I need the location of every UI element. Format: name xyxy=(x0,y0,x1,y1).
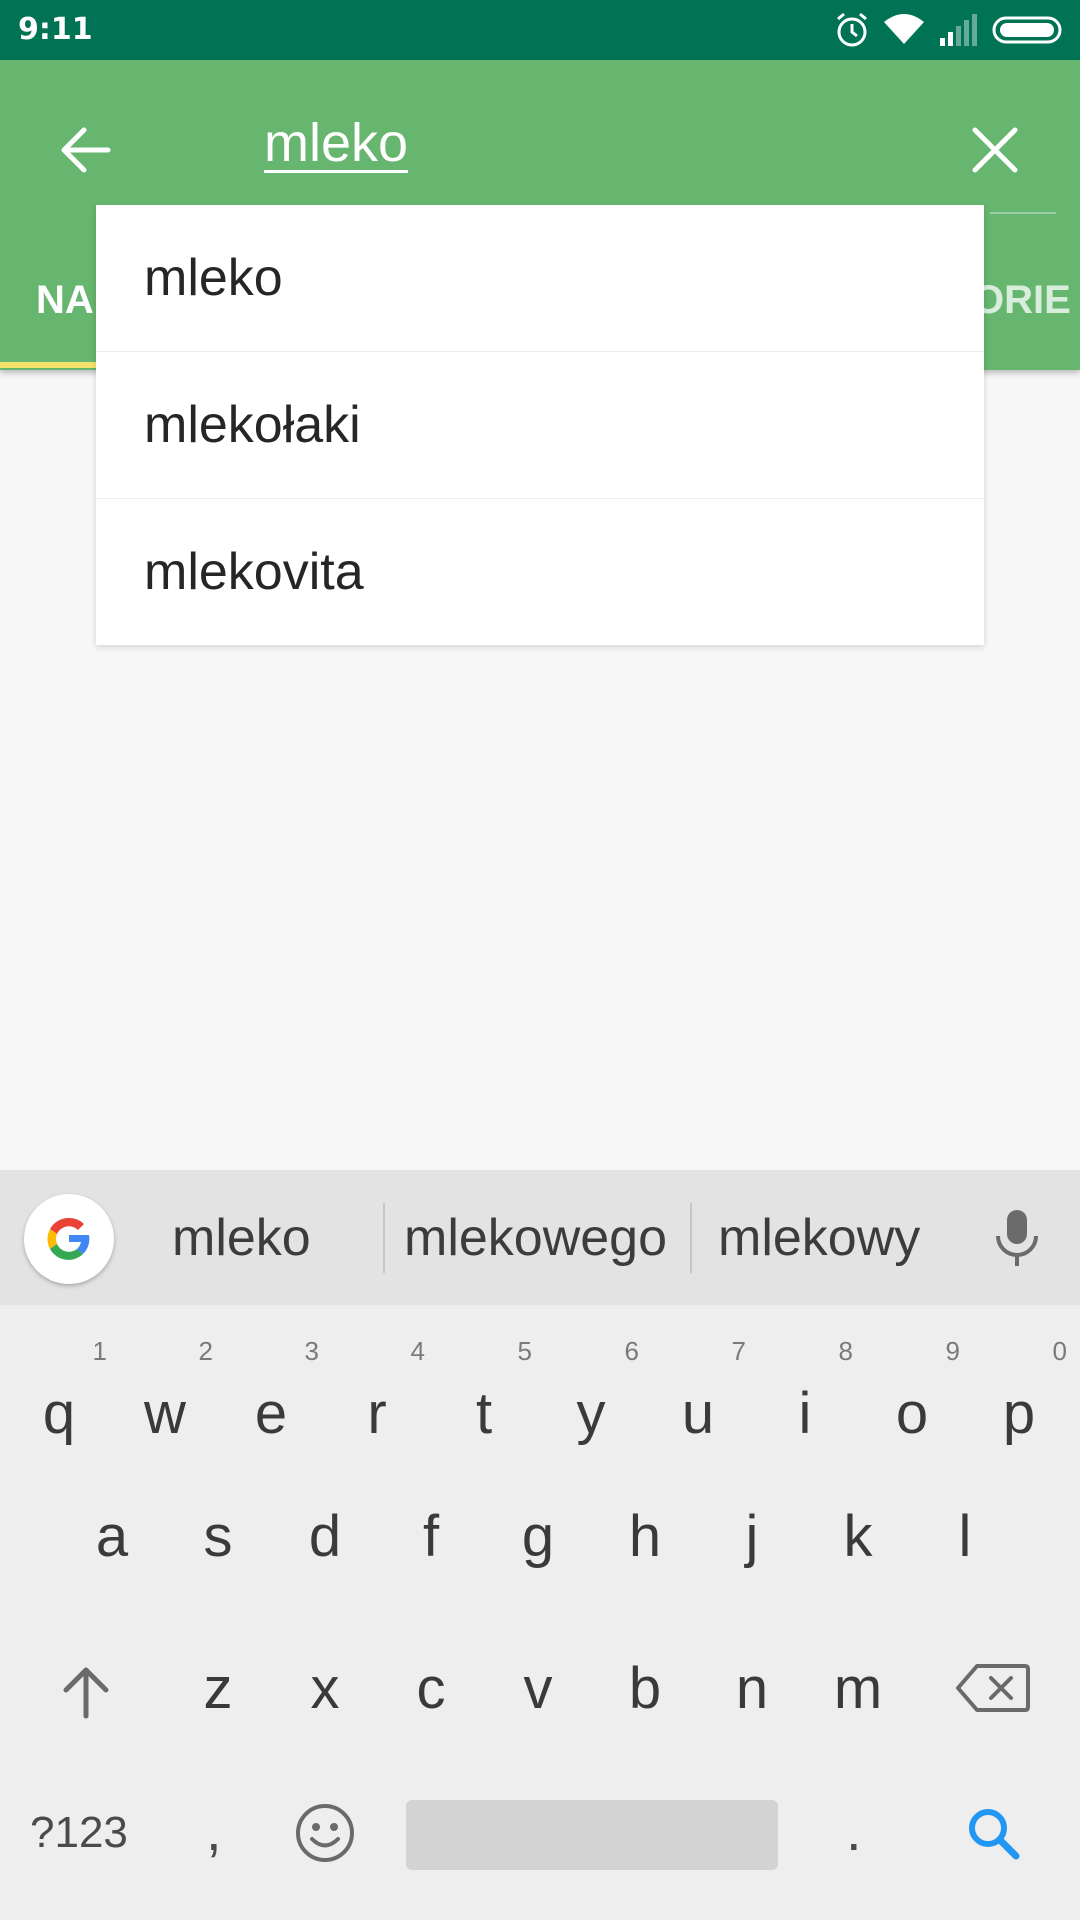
wifi-icon xyxy=(884,14,924,44)
key-u[interactable]: u7 xyxy=(658,1336,746,1447)
key-number-hint: 9 xyxy=(945,1336,960,1366)
key-p[interactable]: p0 xyxy=(979,1336,1067,1447)
key-y[interactable]: y6 xyxy=(551,1336,640,1447)
key-i[interactable]: i8 xyxy=(765,1336,853,1447)
search-input[interactable]: mleko xyxy=(264,112,408,174)
keyboard-suggestion-1[interactable]: mleko xyxy=(172,1208,311,1268)
keyboard-suggestion-2[interactable]: mlekowego xyxy=(404,1208,667,1268)
key-e[interactable]: e3 xyxy=(231,1336,319,1447)
key-n[interactable]: n xyxy=(712,1655,792,1722)
key-h[interactable]: h xyxy=(605,1503,685,1570)
key-z[interactable]: z xyxy=(178,1655,258,1722)
key-label: w xyxy=(144,1381,186,1446)
key-label: e xyxy=(254,1381,288,1446)
comma-key[interactable]: , xyxy=(206,1798,222,1863)
signal-icon xyxy=(940,14,977,46)
key-number-hint: 7 xyxy=(731,1336,746,1366)
search-suggestions-dropdown: mleko mlekołaki mlekovita xyxy=(96,205,984,645)
key-o[interactable]: o9 xyxy=(872,1336,960,1447)
symbols-key[interactable]: ?123 xyxy=(30,1808,128,1858)
key-j[interactable]: j xyxy=(712,1503,792,1570)
key-label: o xyxy=(895,1381,929,1446)
shift-icon[interactable] xyxy=(56,1662,116,1722)
key-label: p xyxy=(1002,1381,1036,1446)
key-f[interactable]: f xyxy=(391,1503,471,1570)
spacebar[interactable] xyxy=(406,1800,778,1870)
tab-indicator xyxy=(0,362,100,368)
key-number-hint: 3 xyxy=(304,1336,319,1366)
key-number-hint: 0 xyxy=(1052,1336,1067,1366)
key-label: t xyxy=(475,1381,493,1446)
suggestion-divider xyxy=(383,1203,385,1273)
battery-icon xyxy=(992,16,1062,44)
alarm-icon xyxy=(837,12,867,47)
key-l[interactable]: l xyxy=(925,1503,1005,1570)
key-b[interactable]: b xyxy=(605,1655,685,1722)
key-label: r xyxy=(367,1381,387,1446)
microphone-icon[interactable] xyxy=(992,1208,1042,1268)
keyboard-suggestion-3[interactable]: mlekowy xyxy=(718,1208,920,1268)
key-x[interactable]: x xyxy=(285,1655,365,1722)
key-k[interactable]: k xyxy=(818,1503,898,1570)
key-number-hint: 8 xyxy=(838,1336,853,1366)
close-icon[interactable] xyxy=(960,115,1030,185)
key-v[interactable]: v xyxy=(498,1655,578,1722)
key-m[interactable]: m xyxy=(818,1655,898,1722)
key-label: y xyxy=(576,1381,606,1446)
status-time: 9:11 xyxy=(18,12,93,47)
key-g[interactable]: g xyxy=(498,1503,578,1570)
key-a[interactable]: a xyxy=(72,1503,152,1570)
key-number-hint: 5 xyxy=(517,1336,532,1366)
key-d[interactable]: d xyxy=(285,1503,365,1570)
key-t[interactable]: t5 xyxy=(444,1336,532,1447)
key-label: q xyxy=(42,1381,76,1446)
key-r[interactable]: r4 xyxy=(337,1336,425,1447)
key-q[interactable]: q1 xyxy=(19,1336,107,1447)
backspace-icon[interactable] xyxy=(955,1662,1031,1714)
key-c[interactable]: c xyxy=(391,1655,471,1722)
key-s[interactable]: s xyxy=(178,1503,258,1570)
key-number-hint: 2 xyxy=(198,1336,213,1366)
suggestion-item[interactable]: mlekovita xyxy=(96,499,984,645)
tab-right[interactable]: ORIE xyxy=(973,278,1071,323)
google-g-button[interactable] xyxy=(24,1194,114,1284)
emoji-icon[interactable] xyxy=(294,1802,356,1864)
suggestion-item[interactable]: mlekołaki xyxy=(96,352,984,499)
key-number-hint: 4 xyxy=(410,1336,425,1366)
key-label: u xyxy=(681,1381,715,1446)
google-g-icon xyxy=(47,1217,90,1260)
key-w[interactable]: w2 xyxy=(125,1336,213,1447)
key-number-hint: 6 xyxy=(624,1336,639,1366)
key-label: i xyxy=(798,1381,812,1446)
key-number-hint: 1 xyxy=(92,1336,107,1366)
keyboard-suggestion-strip: mleko mlekowego mlekowy xyxy=(0,1170,1080,1305)
search-underline xyxy=(990,212,1056,214)
period-key[interactable]: . xyxy=(846,1798,862,1863)
suggestion-item[interactable]: mleko xyxy=(96,205,984,352)
suggestion-divider xyxy=(690,1203,692,1273)
search-icon[interactable] xyxy=(966,1806,1022,1862)
tab-left[interactable]: NA xyxy=(36,278,94,323)
back-arrow-icon[interactable] xyxy=(50,115,120,185)
status-bar: 9:11 xyxy=(0,0,1080,60)
